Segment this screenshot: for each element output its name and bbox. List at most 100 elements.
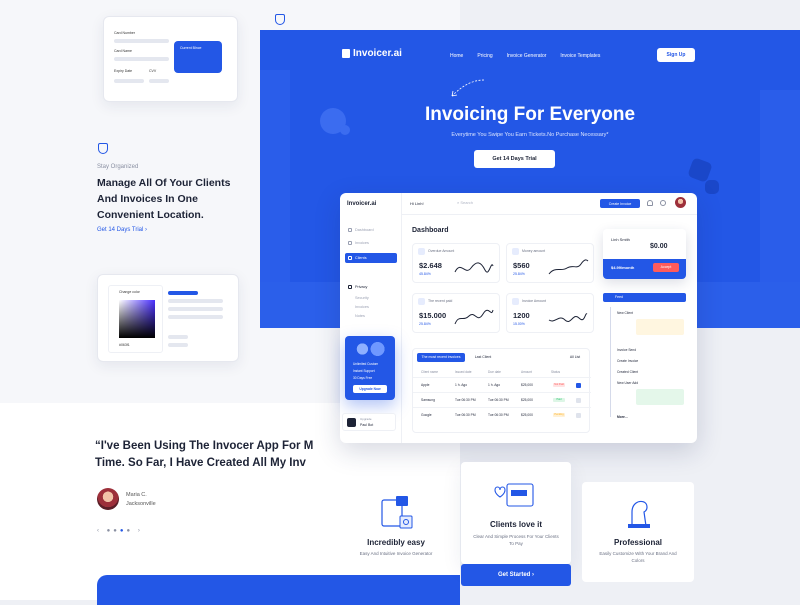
feature-title: Clients love it (489, 520, 542, 529)
decor-blob (705, 180, 719, 194)
trial-link-label: Get 14 Days Trial (97, 227, 144, 233)
bell-icon[interactable] (647, 200, 653, 206)
row-action-icon[interactable] (576, 398, 581, 403)
credit-card-preview: Current Blnce (174, 41, 222, 73)
cell-amount: $25,000 (521, 383, 533, 387)
main-nav: Home Pricing Invoice Generator Invoice T… (450, 53, 600, 59)
col-issued: Issued date (455, 370, 472, 374)
feed-item[interactable]: Invoice Send (617, 348, 636, 352)
tab-recent-invoices[interactable]: The most recent invoices (417, 353, 465, 362)
cell-amount: $25,000 (521, 413, 533, 417)
search-input[interactable]: ⌕ Search (457, 200, 473, 205)
row-action-icon[interactable] (576, 383, 581, 388)
hero-title: Invoicing For Everyone (424, 104, 636, 125)
invoices-table: The most recent invoices Last Client All… (412, 348, 591, 433)
feed-item[interactable]: Create Invoice (617, 359, 638, 363)
next-arrow-icon[interactable]: › (138, 528, 143, 534)
accept-button[interactable]: Accept (653, 263, 679, 272)
profile-amount: $0.00 (650, 243, 668, 250)
user-avatar[interactable] (675, 197, 686, 208)
feed-header[interactable]: Feed (603, 293, 686, 302)
greeting: Hi Linh! (410, 201, 424, 206)
feature-card-clients: Clients love it Clear And Simple Process… (461, 462, 571, 564)
stat-percent: 25.84% (419, 322, 431, 326)
sparkline (548, 313, 588, 322)
logo[interactable]: Invoicer.ai (342, 48, 402, 59)
table-row[interactable]: Apple 1 h. Ago 1 h. Ago $25,000 Not Paid (413, 377, 591, 392)
dashboard-sidebar: Invoicer.ai Dashboard Invoices Clients P… (340, 193, 402, 443)
easy-illustration-icon (381, 496, 413, 529)
user-box[interactable]: Upgrade Paul Bot (342, 413, 396, 431)
sidebar-item-invoices[interactable]: Invoices (345, 238, 397, 248)
feed-item[interactable]: Created Client (617, 370, 638, 374)
trial-link[interactable]: Get 14 Days Trial › (97, 227, 147, 233)
stat-label: Invoice Amount (522, 299, 546, 303)
sidebar-item-label: Invoices (355, 241, 369, 245)
plan-rate: $4.99/month (611, 265, 635, 270)
prev-arrow-icon[interactable]: ‹ (97, 528, 102, 534)
dashboard-mockup: Invoicer.ai Dashboard Invoices Clients P… (340, 193, 697, 443)
stat-card: Overdue Amount $2.648 45.84% (412, 243, 500, 283)
reviewer-name: Maria C. (126, 492, 147, 498)
decor-blob (687, 157, 713, 183)
carousel-dot[interactable]: ● (120, 528, 127, 534)
card-form-mockup: Card Number Card Name Expiry Date CVV Cu… (103, 16, 238, 102)
money-icon (418, 248, 425, 255)
arrow-doodle-icon (451, 79, 485, 97)
feed-item[interactable]: New User Add (617, 381, 638, 385)
feature-card-easy: Incredibly easy Easy And Intuitive Invoi… (340, 482, 452, 582)
sparkline (454, 262, 494, 273)
hero-cta-button[interactable]: Get 14 Days Trial (474, 150, 555, 168)
sidebar-item-privacy[interactable]: Privacy (345, 282, 397, 292)
col-due: Due date (488, 370, 501, 374)
sidebar-item-dashboard[interactable]: Dashboard (345, 225, 397, 235)
get-started-button[interactable]: Get Started › (461, 564, 571, 586)
feed-more[interactable]: More... (617, 415, 628, 419)
testimonial-quote: “I've Been Using The Invocer App For M T… (95, 438, 460, 472)
gear-icon[interactable] (660, 200, 666, 206)
upgrade-button[interactable]: Upgrade Now (353, 385, 387, 393)
feature-desc: Easy And Intuitive Invoice Generator (359, 551, 433, 556)
dashboard-logo[interactable]: Invoicer.ai (347, 201, 376, 207)
stat-card: The recent paid $15.000 25.84% (412, 293, 500, 333)
expiry-field (114, 79, 144, 83)
row-action-icon[interactable] (576, 413, 581, 418)
cell-amount: $25,000 (521, 398, 533, 402)
signup-button[interactable]: Sign Up (657, 48, 695, 62)
carousel-dot[interactable]: ● (113, 528, 120, 534)
profile-plan: $4.99/month Accept (603, 259, 686, 279)
picker-line (168, 291, 198, 295)
create-invoice-button[interactable]: Create Invoice (600, 199, 640, 208)
status-badge: Paid (553, 398, 565, 402)
logo-icon (342, 49, 350, 58)
reviewer-city: Jacksonville (126, 501, 156, 507)
stat-label: The recent paid (428, 299, 453, 303)
nav-home[interactable]: Home (450, 53, 463, 59)
cell-client: Apple (421, 383, 430, 387)
table-row[interactable]: Google Tue 06:30 PM Tue 06:30 PM $25,000… (413, 407, 591, 422)
stat-card: Invoice Amount 1200 15.00% (506, 293, 594, 333)
status-badge: Not Paid (553, 383, 565, 387)
features-headline: Manage All Of Your Clients And Invoices … (97, 177, 231, 221)
sidebar-item-notes[interactable]: Notes (345, 311, 397, 321)
sidebar-item-label: Clients (355, 256, 367, 260)
nav-invoice-templates[interactable]: Invoice Templates (560, 53, 600, 59)
carousel-dot[interactable]: ● (127, 528, 134, 534)
stat-label: Overdue Amount (428, 249, 455, 253)
picker-line (168, 315, 223, 319)
nav-invoice-generator[interactable]: Invoice Generator (507, 53, 547, 59)
feature-title: Professional (613, 538, 662, 547)
tab-last-client[interactable]: Last Client (469, 353, 497, 362)
sidebar-item-clients[interactable]: Clients (345, 253, 397, 263)
color-gradient[interactable] (119, 300, 155, 338)
carousel-dots[interactable]: ‹ ●●●● › (97, 528, 143, 534)
card-name-field (114, 57, 169, 61)
hero-subtitle: Everytime You Swipe You Earn Tickets.No … (451, 132, 609, 138)
feed-item[interactable]: New Client (617, 311, 633, 315)
nav-pricing[interactable]: Pricing (477, 53, 492, 59)
color-picker-panel: Change color #063f1 (108, 285, 163, 353)
cell-client: Samsung (421, 398, 435, 402)
feed-title: Feed (615, 295, 623, 299)
all-list-button[interactable]: All List (563, 353, 587, 362)
table-row[interactable]: Samsung Tue 06:30 PM Tue 06:30 PM $25,00… (413, 392, 591, 407)
